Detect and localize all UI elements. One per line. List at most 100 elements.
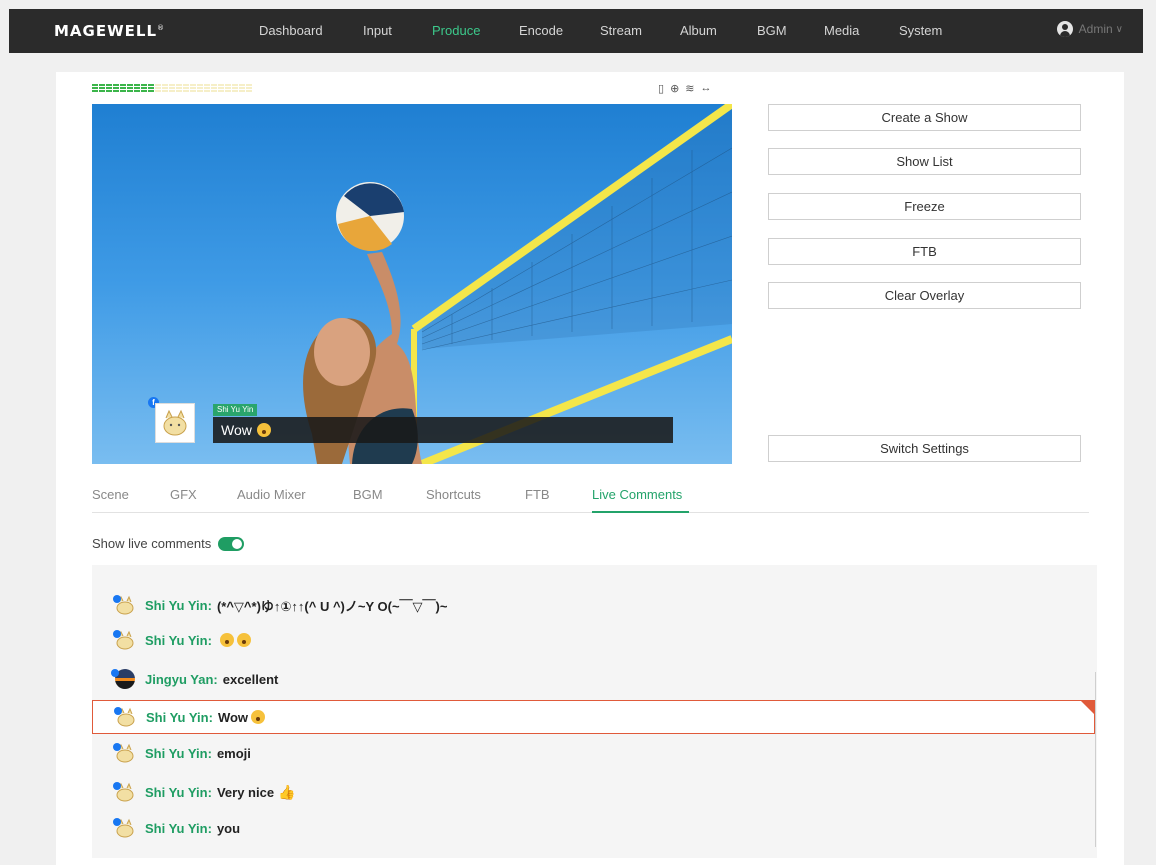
meter-segment <box>99 84 105 92</box>
cat-avatar-icon <box>113 782 137 802</box>
tab-gfx[interactable]: GFX <box>170 487 197 502</box>
comment-row[interactable]: Shi Yu Yin: you <box>92 811 1095 845</box>
meter-segment <box>169 84 175 92</box>
user-name: Admin <box>1078 22 1113 36</box>
tab-shortcuts[interactable]: Shortcuts <box>426 487 481 502</box>
emoji-icon <box>236 633 251 647</box>
switch-settings-button[interactable]: Switch Settings <box>768 435 1081 462</box>
overlay-comment-text: Wow <box>221 422 252 438</box>
clear-overlay-button[interactable]: Clear Overlay <box>768 282 1081 309</box>
magewell-logo[interactable]: MAGEWELL® <box>54 22 165 40</box>
surprised-emoji-icon <box>256 423 271 437</box>
comment-text: (*^▽^*)ゆ↑①↑↑(^ U ^)ノ~Y O(~￣▽￣)~ <box>216 598 448 614</box>
nav-system[interactable]: System <box>899 23 942 38</box>
toggle-knob <box>232 538 243 549</box>
comment-author: Shi Yu Yin: <box>145 784 212 800</box>
selected-check-icon: ✓ <box>1086 700 1093 709</box>
meter-segment <box>246 84 252 92</box>
meter-segment <box>218 84 224 92</box>
sd-card-icon: ▯ <box>658 83 665 95</box>
comment-row[interactable]: Shi Yu Yin: (*^▽^*)ゆ↑①↑↑(^ U ^)ノ~Y O(~￣▽￣… <box>92 588 1095 622</box>
nav-produce[interactable]: Produce <box>432 23 480 38</box>
cat-avatar-icon <box>113 595 137 615</box>
audio-level-meter <box>92 84 253 92</box>
user-icon <box>1056 21 1073 37</box>
meter-segment <box>176 84 182 92</box>
meter-segment <box>134 84 140 92</box>
cat-avatar-icon <box>163 409 187 436</box>
comment-row[interactable]: Shi Yu Yin: Very nice 👍 <box>92 775 1095 809</box>
chevron-down-icon: ∨ <box>1115 23 1123 35</box>
nav-album[interactable]: Album <box>680 23 717 38</box>
nav-dashboard[interactable]: Dashboard <box>259 23 323 38</box>
show-live-comments-row: Show live comments <box>92 536 245 551</box>
ftb-button[interactable]: FTB <box>768 238 1081 265</box>
top-navigation-bar: MAGEWELL® Dashboard Input Produce Encode… <box>9 9 1143 53</box>
user-menu[interactable]: Admin ∨ <box>1056 21 1123 37</box>
comment-row[interactable]: Jingyu Yan: excellent <box>92 662 1095 696</box>
show-live-comments-toggle[interactable] <box>218 536 245 551</box>
tab-bgm[interactable]: BGM <box>353 487 383 502</box>
comment-author: Shi Yu Yin: <box>145 820 212 836</box>
round-avatar-icon <box>111 669 137 689</box>
link-icon: ↔ <box>700 82 712 94</box>
comment-row[interactable]: Shi Yu Yin: <box>92 623 1095 657</box>
comment-author: Shi Yu Yin: <box>145 632 212 648</box>
meter-segment <box>225 84 231 92</box>
overlay-name: Shi Yu Yin <box>213 404 258 416</box>
comment-text: emoji <box>216 745 251 761</box>
meter-segment <box>190 84 196 92</box>
cat-avatar-icon <box>113 630 137 650</box>
comment-row[interactable]: Shi Yu Yin: emoji <box>92 736 1095 770</box>
meter-segment <box>204 84 210 92</box>
cat-avatar-icon <box>114 707 138 727</box>
emoji-icon <box>219 633 234 647</box>
meter-segment <box>197 84 203 92</box>
active-tab-indicator <box>592 511 689 513</box>
create-show-button[interactable]: Create a Show <box>768 104 1081 131</box>
wifi-icon: ≋ <box>685 83 695 95</box>
comment-text: Very nice <box>216 784 275 800</box>
freeze-button[interactable]: Freeze <box>768 193 1081 220</box>
nav-media[interactable]: Media <box>824 23 859 38</box>
meter-segment <box>106 84 112 92</box>
show-live-comments-label: Show live comments <box>92 536 212 551</box>
ethernet-icon: ⊕ <box>670 83 680 95</box>
nav-input[interactable]: Input <box>363 23 392 38</box>
meter-segment <box>232 84 238 92</box>
tab-ftb[interactable]: FTB <box>525 487 550 502</box>
meter-segment <box>120 84 126 92</box>
emoji-icon <box>251 710 266 724</box>
meter-segment <box>211 84 217 92</box>
comment-text: excellent <box>222 671 279 687</box>
meter-segment <box>239 84 245 92</box>
tab-live-comments[interactable]: Live Comments <box>592 487 682 502</box>
thumbs-up-icon: 👍 <box>278 783 296 800</box>
meter-segment <box>113 84 119 92</box>
comment-text: Wow <box>217 709 249 725</box>
show-list-button[interactable]: Show List <box>768 148 1081 175</box>
tab-audio-mixer[interactable]: Audio Mixer <box>237 487 306 502</box>
meter-segment <box>141 84 147 92</box>
cat-avatar-icon <box>113 743 137 763</box>
produce-tabs: Scene GFX Audio Mixer BGM Shortcuts FTB … <box>92 487 1089 513</box>
overlay-comment-box: Wow <box>213 417 673 443</box>
meter-segment <box>127 84 133 92</box>
meter-segment <box>162 84 168 92</box>
tab-scene[interactable]: Scene <box>92 487 129 502</box>
avatar <box>155 403 195 443</box>
meter-segment <box>148 84 154 92</box>
comment-author: Jingyu Yan: <box>145 671 218 687</box>
status-icons: ▯ ⊕ ≋ ↔ <box>658 82 712 95</box>
comment-author: Shi Yu Yin: <box>145 597 212 613</box>
comment-row[interactable]: Shi Yu Yin: Wow ✓ <box>92 700 1095 734</box>
cat-avatar-icon <box>113 818 137 838</box>
comment-author: Shi Yu Yin: <box>145 745 212 761</box>
meter-segment <box>92 84 98 92</box>
comment-author: Shi Yu Yin: <box>146 709 213 725</box>
meter-segment <box>155 84 161 92</box>
nav-stream[interactable]: Stream <box>600 23 642 38</box>
nav-bgm[interactable]: BGM <box>757 23 787 38</box>
comments-scrollbar[interactable] <box>1095 672 1096 847</box>
nav-encode[interactable]: Encode <box>519 23 563 38</box>
